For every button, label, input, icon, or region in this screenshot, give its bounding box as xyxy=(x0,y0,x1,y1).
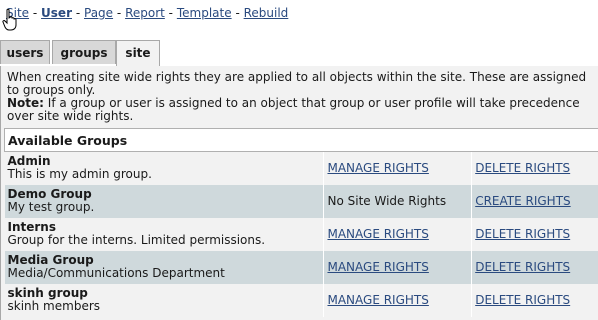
no-site-wide-rights-text: No Site Wide Rights xyxy=(327,194,447,208)
rights-action-cell: DELETE RIGHTS xyxy=(471,151,598,185)
rights-action-cell: DELETE RIGHTS xyxy=(471,283,598,317)
nav-link-page[interactable]: Page xyxy=(84,6,113,20)
nav-link-user[interactable]: User xyxy=(41,6,72,20)
manage-rights-link[interactable]: MANAGE RIGHTS xyxy=(327,260,428,274)
delete-rights-link[interactable]: DELETE RIGHTS xyxy=(475,161,570,175)
nav-link-template[interactable]: Template xyxy=(177,6,232,20)
nav-separator: - xyxy=(168,6,174,20)
table-row: Admin This is my admin group. MANAGE RIG… xyxy=(4,151,598,185)
note-text: If a group or user is assigned to an obj… xyxy=(7,96,580,123)
group-cell: Media Group Media/Communications Departm… xyxy=(4,250,325,284)
create-rights-link[interactable]: CREATE RIGHTS xyxy=(475,194,570,208)
top-navigation: Site - User - Page - Report - Template -… xyxy=(6,5,288,21)
group-description: This is my admin group. xyxy=(7,167,152,182)
table-row: skinh group skinh members MANAGE RIGHTS … xyxy=(4,283,598,317)
nav-separator: - xyxy=(235,6,240,20)
rights-status-cell: MANAGE RIGHTS xyxy=(323,250,473,284)
manage-rights-link[interactable]: MANAGE RIGHTS xyxy=(327,293,428,307)
rights-status-cell: MANAGE RIGHTS xyxy=(323,217,473,251)
delete-rights-link[interactable]: DELETE RIGHTS xyxy=(475,293,570,307)
tab-groups[interactable]: groups xyxy=(52,40,116,64)
nav-link-rebuild[interactable]: Rebuild xyxy=(244,6,289,20)
rights-action-cell: DELETE RIGHTS xyxy=(471,217,598,251)
intro-description: When creating site wide rights they are … xyxy=(7,70,587,97)
table-row: Media Group Media/Communications Departm… xyxy=(4,250,598,284)
delete-rights-link[interactable]: DELETE RIGHTS xyxy=(475,260,570,274)
note-label: Note: xyxy=(7,96,44,110)
manage-rights-link[interactable]: MANAGE RIGHTS xyxy=(327,227,428,241)
available-groups-table: Available Groups Admin This is my admin … xyxy=(4,128,598,317)
table-header: Available Groups xyxy=(4,128,598,152)
tab-bar: users groups site xyxy=(0,40,598,67)
tab-users[interactable]: users xyxy=(0,40,50,64)
group-description: My test group. xyxy=(7,200,95,214)
rights-status-cell: No Site Wide Rights xyxy=(323,184,473,218)
nav-separator: - xyxy=(116,6,122,20)
rights-action-cell: CREATE RIGHTS xyxy=(471,184,598,218)
hand-pointer-cursor-icon xyxy=(2,8,17,31)
table-header-row: Available Groups xyxy=(4,128,598,152)
group-cell: Demo Group My test group. xyxy=(4,184,325,218)
group-cell: Interns Group for the interns. Limited p… xyxy=(4,217,325,251)
group-cell: skinh group skinh members xyxy=(4,283,325,317)
rights-action-cell: DELETE RIGHTS xyxy=(471,250,598,284)
delete-rights-link[interactable]: DELETE RIGHTS xyxy=(475,227,570,241)
rights-status-cell: MANAGE RIGHTS xyxy=(323,283,473,317)
nav-link-report[interactable]: Report xyxy=(125,6,165,20)
table-row: Demo Group My test group. No Site Wide R… xyxy=(4,184,598,218)
group-description: Media/Communications Department xyxy=(7,266,225,280)
manage-rights-link[interactable]: MANAGE RIGHTS xyxy=(327,161,428,175)
rights-status-cell: MANAGE RIGHTS xyxy=(323,151,473,185)
nav-separator: - xyxy=(75,6,81,20)
site-rights-panel: When creating site wide rights they are … xyxy=(0,66,598,320)
intro-text-block: When creating site wide rights they are … xyxy=(7,71,595,123)
group-description: skinh members xyxy=(7,299,101,313)
table-row: Interns Group for the interns. Limited p… xyxy=(4,217,598,251)
group-description: Group for the interns. Limited permissio… xyxy=(7,233,266,247)
tab-site[interactable]: site xyxy=(116,40,160,67)
group-cell: Admin This is my admin group. xyxy=(4,151,325,185)
nav-separator: - xyxy=(32,6,38,20)
